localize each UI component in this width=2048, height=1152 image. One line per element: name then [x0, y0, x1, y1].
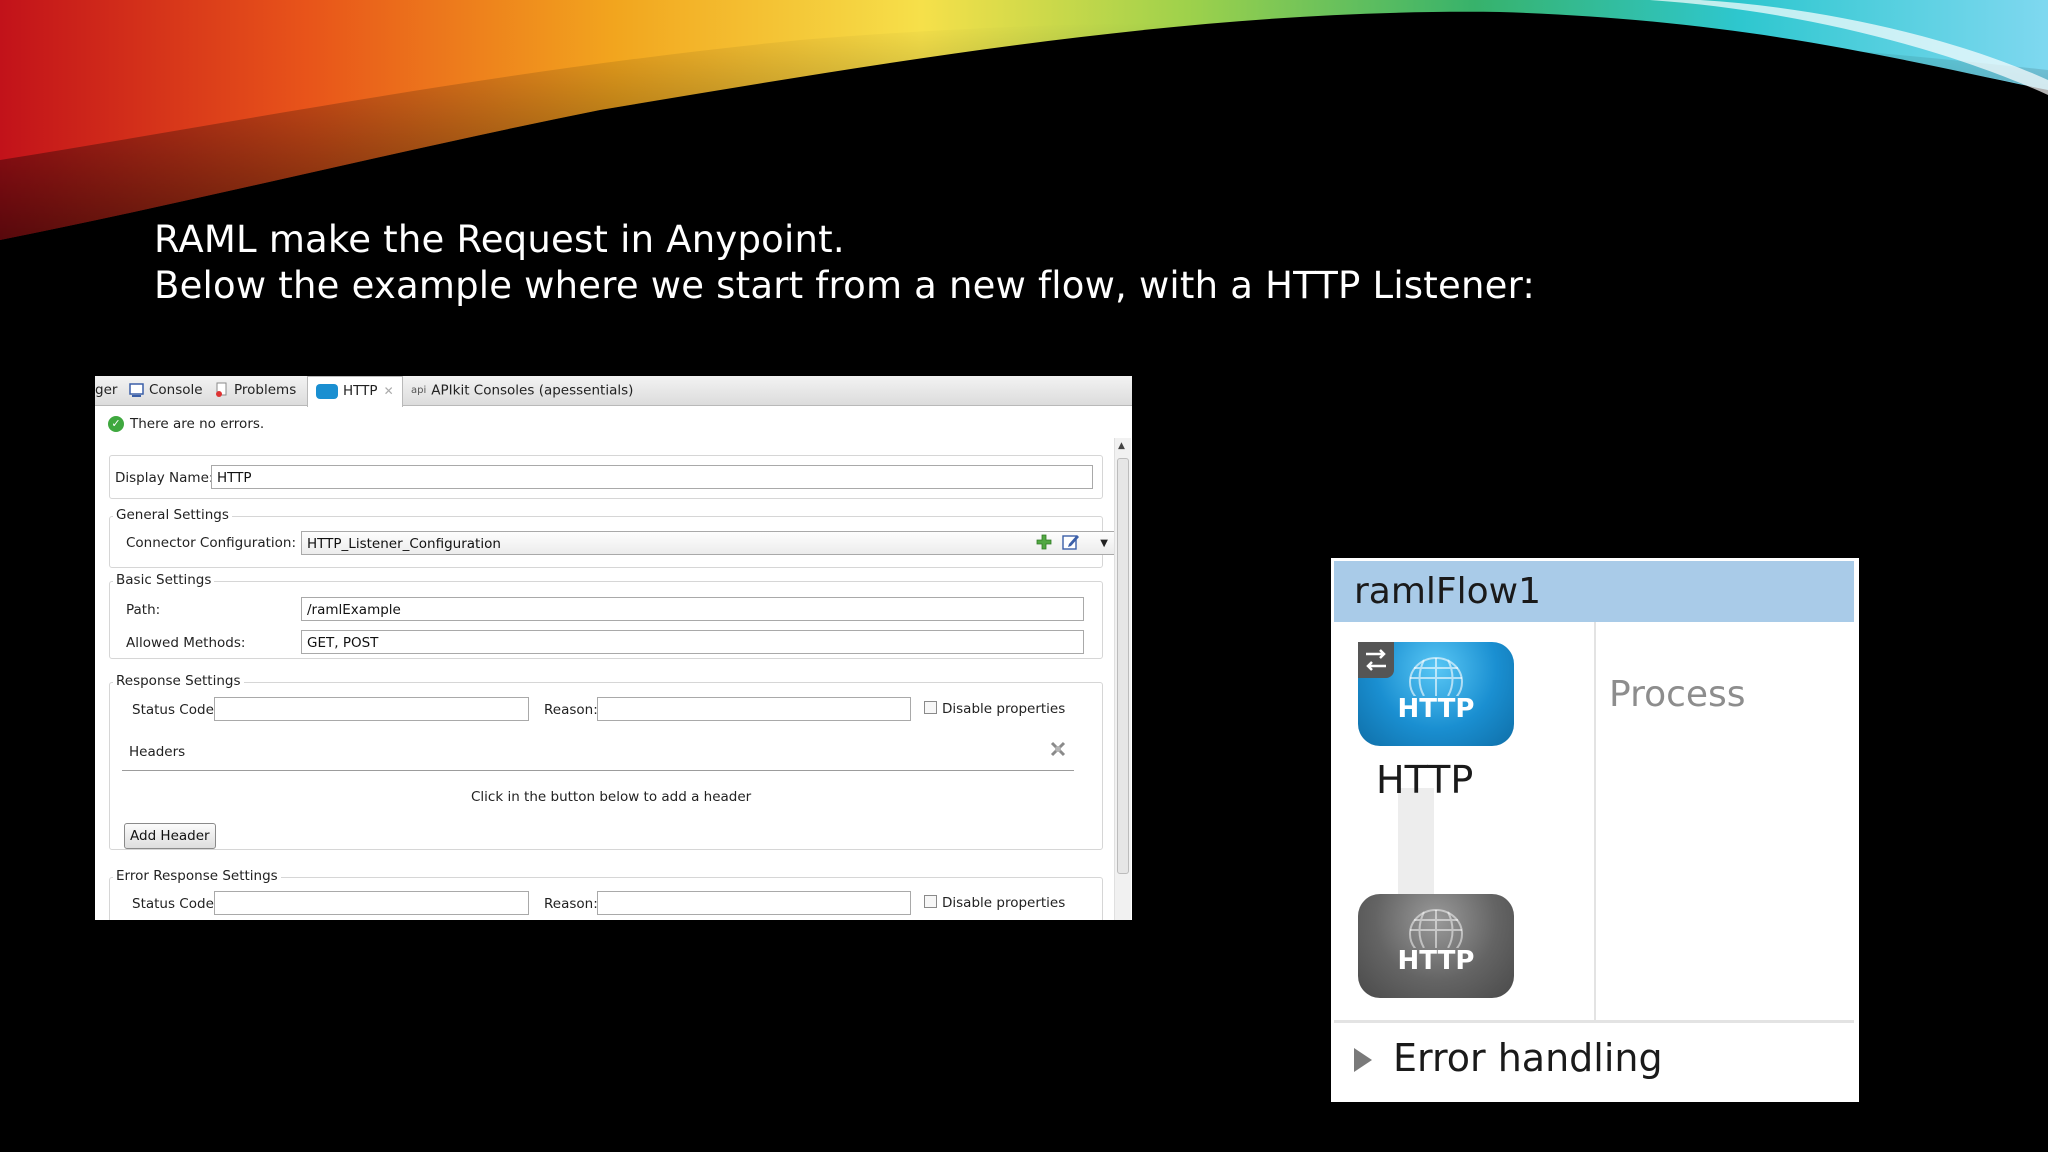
- connector-configuration-select[interactable]: HTTP_Listener_Configuration ▼: [301, 531, 1115, 555]
- display-name-label: Display Name:: [115, 470, 214, 486]
- tab-problems[interactable]: Problems: [215, 376, 296, 405]
- disable-properties-checkbox[interactable]: [924, 701, 937, 714]
- slide-text-line-1: RAML make the Request in Anypoint.: [154, 218, 845, 261]
- reason-label: Reason:: [544, 702, 598, 718]
- error-status-code-label: Status Code:: [132, 896, 219, 912]
- error-disable-properties-checkbox[interactable]: [924, 895, 937, 908]
- exchange-pattern-icon: [1358, 642, 1394, 678]
- reason-input[interactable]: [597, 697, 911, 721]
- tab-label: HTTP: [343, 383, 378, 399]
- flow-diagram-panel: ramlFlow1 HTTP HTTP HTTP Process Error h…: [1331, 558, 1859, 1102]
- connector-configuration-value: HTTP_Listener_Configuration: [307, 536, 501, 552]
- globe-icon: [1409, 909, 1463, 948]
- scroll-up-icon[interactable]: ▲: [1118, 441, 1125, 451]
- http-node-text: HTTP: [1397, 694, 1475, 724]
- status-code-input[interactable]: [214, 697, 529, 721]
- error-status-code-input[interactable]: [214, 891, 529, 915]
- edit-configuration-icon[interactable]: [1062, 533, 1080, 551]
- path-input[interactable]: /ramlExample: [301, 597, 1084, 621]
- error-handling-divider: [1334, 1020, 1854, 1023]
- source-process-divider: [1594, 622, 1596, 1022]
- tab-label: ger: [95, 382, 118, 398]
- flow-title: ramlFlow1: [1354, 571, 1542, 612]
- headers-hint: Click in the button below to add a heade…: [471, 789, 752, 805]
- chevron-down-icon: ▼: [1100, 538, 1108, 549]
- status-code-label: Status Code:: [132, 702, 219, 718]
- check-circle-icon: ✓: [108, 416, 124, 432]
- process-label: Process: [1609, 674, 1746, 715]
- http-globe-icon: [316, 383, 338, 399]
- error-reason-label: Reason:: [544, 896, 598, 912]
- globe-icon: [1409, 657, 1463, 696]
- response-settings-legend: Response Settings: [113, 673, 244, 689]
- connector-configuration-label: Connector Configuration:: [126, 535, 297, 551]
- error-response-settings-legend: Error Response Settings: [113, 868, 281, 884]
- tab-label: Console: [149, 382, 203, 398]
- flow-header[interactable]: ramlFlow1: [1334, 561, 1854, 622]
- disable-properties-label: Disable properties: [942, 701, 1066, 717]
- headers-divider: [122, 770, 1074, 771]
- add-configuration-icon[interactable]: [1036, 534, 1052, 550]
- api-icon: api: [411, 385, 427, 396]
- flow-connector: [1398, 788, 1434, 908]
- general-settings-legend: General Settings: [113, 507, 232, 523]
- status-message: There are no errors.: [130, 416, 265, 432]
- vertical-scrollbar[interactable]: ▲: [1114, 438, 1131, 920]
- tab-label: APIkit Consoles (apessentials): [431, 382, 634, 399]
- tab-console[interactable]: Console: [129, 376, 203, 405]
- tab-http[interactable]: HTTP ✕: [307, 376, 403, 407]
- path-label: Path:: [126, 602, 161, 618]
- error-handling-label[interactable]: Error handling: [1393, 1036, 1663, 1080]
- editor-tab-bar: ger Console Problems HTTP ✕ api APIkit Con…: [95, 376, 1132, 407]
- expand-arrow-icon[interactable]: [1354, 1048, 1372, 1072]
- basic-settings-legend: Basic Settings: [113, 572, 215, 588]
- http-node-label: HTTP: [1376, 758, 1474, 802]
- tab-label: Problems: [234, 382, 297, 398]
- tab-apikit-consoles[interactable]: api APIkit Consoles (apessentials): [411, 376, 633, 405]
- error-reason-input[interactable]: [597, 891, 911, 915]
- slide-text-line-2: Below the example where we start from a …: [154, 264, 1535, 307]
- tab-debugger[interactable]: ger: [95, 376, 117, 405]
- error-disable-properties-label: Disable properties: [942, 895, 1066, 911]
- close-icon[interactable]: ✕: [384, 384, 394, 398]
- allowed-methods-label: Allowed Methods:: [126, 635, 246, 651]
- display-name-input[interactable]: HTTP: [211, 465, 1093, 489]
- validation-status: ✓ There are no errors.: [108, 416, 264, 432]
- scrollbar-thumb[interactable]: [1117, 458, 1129, 874]
- console-icon: [129, 383, 144, 397]
- allowed-methods-input[interactable]: GET, POST: [301, 630, 1084, 654]
- add-header-button[interactable]: Add Header: [124, 823, 216, 849]
- http-listener-node[interactable]: HTTP: [1358, 642, 1514, 746]
- headers-label: Headers: [129, 744, 186, 760]
- http-outbound-node-text: HTTP: [1397, 946, 1475, 976]
- remove-header-icon[interactable]: [1048, 739, 1068, 759]
- http-properties-panel: ger Console Problems HTTP ✕ api APIkit Con…: [95, 376, 1132, 920]
- problems-icon: [216, 382, 227, 397]
- http-outbound-node[interactable]: HTTP: [1358, 894, 1514, 998]
